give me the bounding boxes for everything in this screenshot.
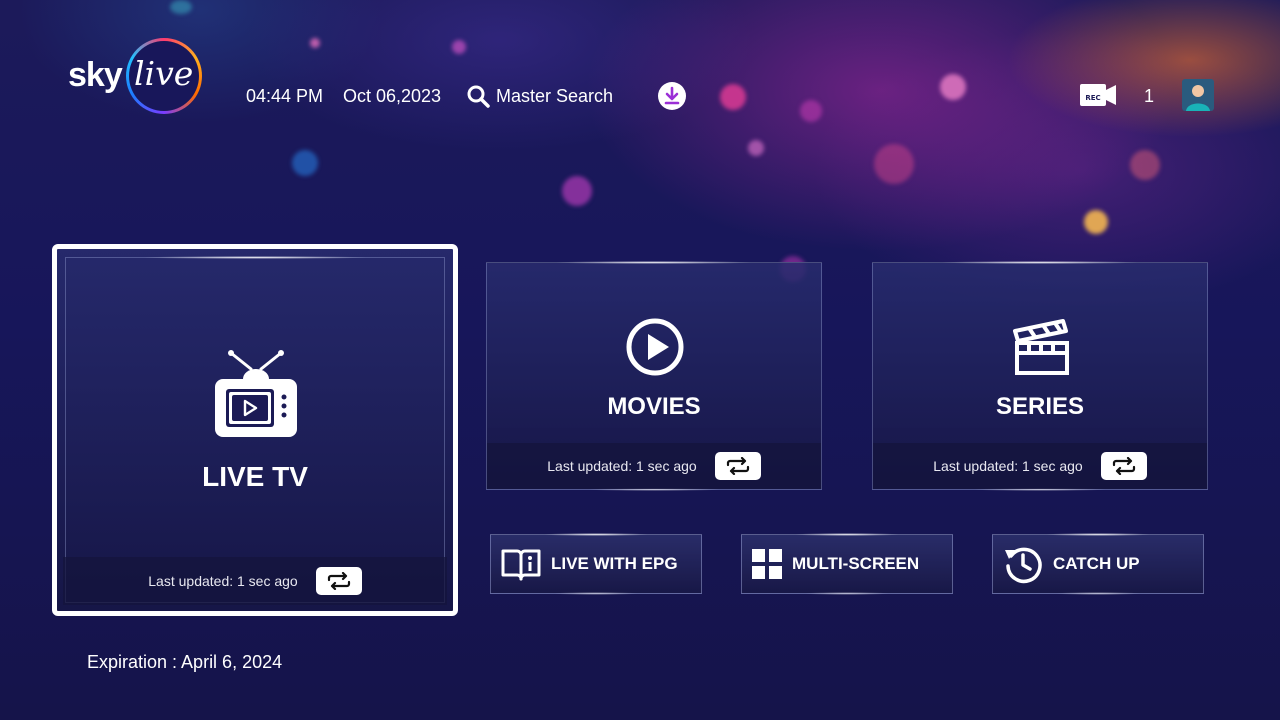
rec-label: REC <box>1085 94 1100 102</box>
history-clock-icon <box>1005 547 1042 584</box>
tile-glow <box>141 256 369 259</box>
button-glow <box>1045 533 1151 536</box>
button-glow-bottom <box>805 592 889 595</box>
refresh-icon <box>726 457 749 475</box>
logo-sky-text: sky <box>68 56 123 94</box>
catch-up-label: CATCH UP <box>1053 554 1140 573</box>
live-tv-refresh-button[interactable] <box>315 567 362 595</box>
button-glow <box>543 533 649 536</box>
series-tile[interactable]: SERIES Last updated: 1 sec ago <box>872 261 1208 491</box>
series-last-updated: Last updated: 1 sec ago <box>933 458 1083 474</box>
search-icon <box>467 85 490 108</box>
expiration-text: Expiration : April 6, 2024 <box>87 652 283 672</box>
download-icon <box>664 86 680 105</box>
user-avatar-icon <box>1186 85 1210 111</box>
sky-live-logo: sky live <box>68 38 202 116</box>
movies-refresh-button[interactable] <box>714 452 761 480</box>
clock-date: Oct 06,2023 <box>343 86 442 106</box>
button-glow <box>794 533 900 536</box>
book-info-icon <box>501 549 541 581</box>
live-tv-footer: Last updated: 1 sec ago <box>63 557 447 605</box>
live-with-epg-label: LIVE WITH EPG <box>551 554 678 573</box>
series-title: SERIES <box>995 393 1085 420</box>
record-camera-icon: REC <box>1080 84 1116 106</box>
download-button[interactable] <box>658 82 686 110</box>
live-with-epg-button[interactable]: LIVE WITH EPG <box>490 533 702 595</box>
live-tv-title: LIVE TV <box>202 461 308 492</box>
movies-footer: Last updated: 1 sec ago <box>487 443 821 489</box>
master-search-button[interactable]: Master Search <box>466 74 613 118</box>
clapperboard-icon <box>1013 319 1069 375</box>
play-circle-icon <box>626 318 684 376</box>
movies-last-updated: Last updated: 1 sec ago <box>547 458 697 474</box>
button-glow-bottom <box>1056 592 1140 595</box>
grid-icon <box>752 549 782 579</box>
tile-glow <box>553 261 755 264</box>
clock-time: 04:44 PM <box>246 86 324 106</box>
refresh-icon <box>1112 457 1135 475</box>
profile-avatar-button[interactable] <box>1182 79 1214 111</box>
tile-glow <box>939 261 1141 264</box>
series-refresh-button[interactable] <box>1100 452 1147 480</box>
multi-screen-button[interactable]: MULTI-SCREEN <box>741 533 953 595</box>
series-footer: Last updated: 1 sec ago <box>873 443 1207 489</box>
master-search-label: Master Search <box>496 85 614 106</box>
live-tv-last-updated: Last updated: 1 sec ago <box>148 573 298 589</box>
recordings-button[interactable]: REC <box>1080 84 1116 106</box>
movies-tile[interactable]: MOVIES Last updated: 1 sec ago <box>486 261 822 491</box>
profile-count: 1 <box>1144 86 1155 106</box>
movies-title: MOVIES <box>607 393 701 420</box>
live-tv-tile[interactable]: LIVE TV Last updated: 1 sec ago <box>52 244 458 616</box>
multi-screen-label: MULTI-SCREEN <box>792 554 920 573</box>
logo-live-text: live <box>134 54 194 93</box>
button-glow-bottom <box>554 592 638 595</box>
tv-icon <box>215 350 297 437</box>
catch-up-button[interactable]: CATCH UP <box>992 533 1204 595</box>
refresh-icon <box>327 572 350 590</box>
